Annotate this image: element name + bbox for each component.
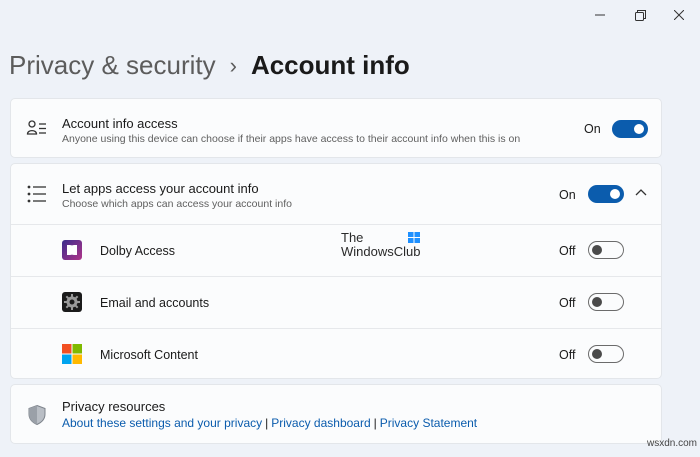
app-row-dolby-access: Dolby Access Off xyxy=(11,225,661,276)
microsoft-logo-icon xyxy=(62,344,82,364)
thewindowsclub-watermark: The WindowsClub xyxy=(341,231,420,259)
microsoft-content-toggle[interactable] xyxy=(588,345,624,363)
breadcrumb-chevron-icon: › xyxy=(229,52,237,78)
title-bar xyxy=(0,0,700,30)
about-settings-link[interactable]: About these settings and your privacy xyxy=(62,416,262,430)
app-row-email-and-accounts: Email and accounts Off xyxy=(11,277,661,328)
minimize-button[interactable] xyxy=(585,4,615,26)
app-state: Off xyxy=(559,296,576,310)
app-row-microsoft-content: Microsoft Content Off xyxy=(11,329,661,380)
privacy-dashboard-link[interactable]: Privacy dashboard xyxy=(271,416,370,430)
account-info-access-card: Account info access Anyone using this de… xyxy=(10,98,662,158)
link-separator: | xyxy=(265,416,269,430)
close-icon xyxy=(674,10,684,20)
let-apps-access-card: Let apps access your account info Choose… xyxy=(10,163,662,379)
account-info-access-state: On xyxy=(584,122,601,136)
minimize-icon xyxy=(595,14,605,16)
close-button[interactable] xyxy=(664,4,694,26)
let-apps-access-subtitle: Choose which apps can access your accoun… xyxy=(62,198,292,210)
dolby-icon xyxy=(62,240,82,260)
app-name: Dolby Access xyxy=(100,244,176,258)
privacy-resources-card: Privacy resources About these settings a… xyxy=(10,384,662,444)
account-info-access-subtitle: Anyone using this device can choose if t… xyxy=(62,133,521,145)
app-state: Off xyxy=(559,348,576,362)
let-apps-access-title: Let apps access your account info xyxy=(62,181,259,196)
link-separator: | xyxy=(373,416,377,430)
privacy-links: About these settings and your privacy | Pr… xyxy=(62,416,477,430)
app-name: Email and accounts xyxy=(100,296,210,310)
dolby-access-toggle[interactable] xyxy=(588,241,624,259)
account-info-access-title: Account info access xyxy=(62,116,178,131)
windows-logo-icon xyxy=(408,232,420,243)
email-and-accounts-toggle[interactable] xyxy=(588,293,624,311)
let-apps-access-state: On xyxy=(559,188,576,202)
restore-icon xyxy=(634,9,646,21)
app-name: Microsoft Content xyxy=(100,348,198,362)
let-apps-access-row[interactable]: Let apps access your account info Choose… xyxy=(11,164,661,224)
chevron-up-icon[interactable] xyxy=(635,188,647,198)
gear-icon xyxy=(62,292,82,312)
shield-icon xyxy=(28,404,46,426)
watermark-line2: WindowsClub xyxy=(341,244,421,259)
privacy-resources-title: Privacy resources xyxy=(62,399,166,414)
corner-watermark: wsxdn.com xyxy=(647,438,698,449)
privacy-statement-link[interactable]: Privacy Statement xyxy=(380,416,477,430)
breadcrumb: Privacy & security › Account info xyxy=(9,50,410,81)
page-title: Account info xyxy=(250,50,410,80)
restore-button[interactable] xyxy=(625,4,655,26)
person-list-icon xyxy=(26,120,46,135)
let-apps-access-toggle[interactable] xyxy=(588,185,624,203)
list-icon xyxy=(27,185,46,203)
app-state: Off xyxy=(559,244,576,258)
breadcrumb-parent-link[interactable]: Privacy & security xyxy=(9,50,216,81)
account-info-access-toggle[interactable] xyxy=(612,120,648,138)
